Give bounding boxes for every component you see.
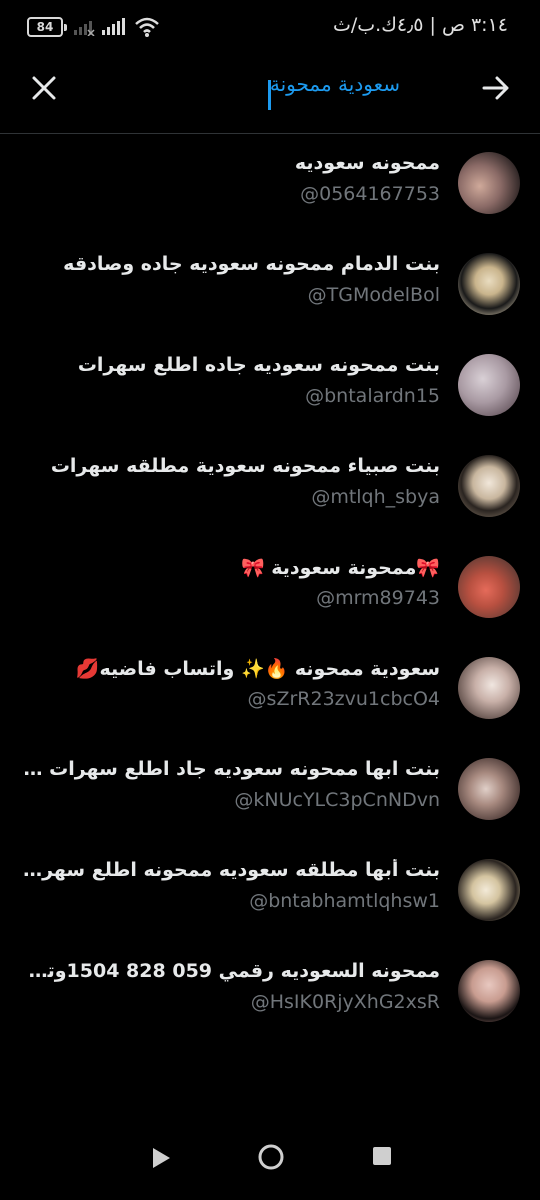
result-name: بنت ممحونه سعوديه جاده اطلع سهرات bbox=[77, 354, 440, 376]
system-nav-bar bbox=[0, 1120, 540, 1200]
result-name: ممحونه سعوديه bbox=[294, 152, 440, 174]
result-handle: @HsIK0RjyXhG2xsR bbox=[250, 991, 440, 1013]
result-name: سعودية ممحونه 🔥✨ واتساب فاضيه💋 bbox=[75, 658, 440, 680]
arrow-right-icon[interactable] bbox=[480, 72, 512, 104]
result-name: 🎀ممحونة سعودية 🎀 bbox=[240, 557, 440, 579]
signal-icon-1 bbox=[74, 21, 95, 36]
result-row[interactable]: ممحونه سعوديه @0564167753 bbox=[0, 134, 540, 235]
close-icon[interactable] bbox=[28, 72, 60, 104]
result-name: بنت صبياء ممحونه سعودية مطلقه سهرات bbox=[50, 455, 440, 477]
search-header: سعودية ممحونة bbox=[0, 58, 540, 122]
status-time: ٣:١٤ ص | ٤٫٥ك.ب/ث bbox=[333, 14, 508, 36]
battery-icon: 84 bbox=[27, 17, 67, 37]
avatar[interactable] bbox=[458, 859, 520, 921]
result-handle: @0564167753 bbox=[300, 183, 440, 205]
result-row[interactable]: بنت صبياء ممحونه سعودية مطلقه سهرات @mtl… bbox=[0, 437, 540, 538]
avatar[interactable] bbox=[458, 556, 520, 618]
avatar[interactable] bbox=[458, 960, 520, 1022]
result-row[interactable]: بنت الدمام ممحونه سعوديه جاده وصادقه @TG… bbox=[0, 235, 540, 336]
result-handle: @bntalardn15 bbox=[305, 385, 440, 407]
result-name: بنت أبها مطلقه سعوديه ممحونه اطلع سهرات bbox=[20, 859, 440, 881]
search-query[interactable]: سعودية ممحونة bbox=[270, 72, 400, 96]
avatar[interactable] bbox=[458, 152, 520, 214]
result-row[interactable]: بنت ابها ممحونه سعوديه جاد اطلع سهرات ال… bbox=[0, 740, 540, 841]
result-row[interactable]: بنت أبها مطلقه سعوديه ممحونه اطلع سهرات … bbox=[0, 841, 540, 942]
avatar[interactable] bbox=[458, 354, 520, 416]
result-name: بنت ابها ممحونه سعوديه جاد اطلع سهرات ال… bbox=[20, 758, 440, 780]
wifi-icon bbox=[135, 17, 159, 37]
avatar[interactable] bbox=[458, 253, 520, 315]
result-handle: @mtlqh_sbya bbox=[311, 486, 440, 508]
signal-icon-2 bbox=[102, 18, 125, 35]
nav-recents-icon[interactable] bbox=[373, 1147, 391, 1165]
result-handle: @bntabhamtlqhsw1 bbox=[249, 890, 440, 912]
result-row[interactable]: ممحونه السعوديه رقمي 059 828 1504وتساب @… bbox=[0, 942, 540, 1043]
result-handle: @kNUcYLC3pCnNDvn bbox=[234, 789, 440, 811]
result-name: ممحونه السعوديه رقمي 059 828 1504وتساب bbox=[20, 960, 440, 982]
avatar[interactable] bbox=[458, 657, 520, 719]
status-bar: 84 ٣:١٤ ص | ٤٫٥ك.ب/ث bbox=[0, 0, 540, 56]
avatar[interactable] bbox=[458, 455, 520, 517]
result-row[interactable]: بنت ممحونه سعوديه جاده اطلع سهرات @bntal… bbox=[0, 336, 540, 437]
nav-home-icon[interactable] bbox=[256, 1142, 286, 1172]
result-handle: @sZrR23zvu1cbcO4 bbox=[247, 688, 440, 710]
result-row[interactable]: 🎀ممحونة سعودية 🎀 @mrm89743 bbox=[0, 538, 540, 639]
result-row[interactable]: سعودية ممحونه 🔥✨ واتساب فاضيه💋 @sZrR23zv… bbox=[0, 639, 540, 740]
search-input[interactable]: سعودية ممحونة bbox=[90, 68, 450, 110]
result-handle: @mrm89743 bbox=[316, 587, 440, 609]
avatar[interactable] bbox=[458, 758, 520, 820]
result-name: بنت الدمام ممحونه سعوديه جاده وصادقه bbox=[63, 253, 440, 275]
search-results-list: ممحونه سعوديه @0564167753 بنت الدمام ممح… bbox=[0, 134, 540, 1043]
result-handle: @TGModelBol bbox=[307, 284, 440, 306]
nav-back-icon[interactable] bbox=[150, 1146, 172, 1170]
